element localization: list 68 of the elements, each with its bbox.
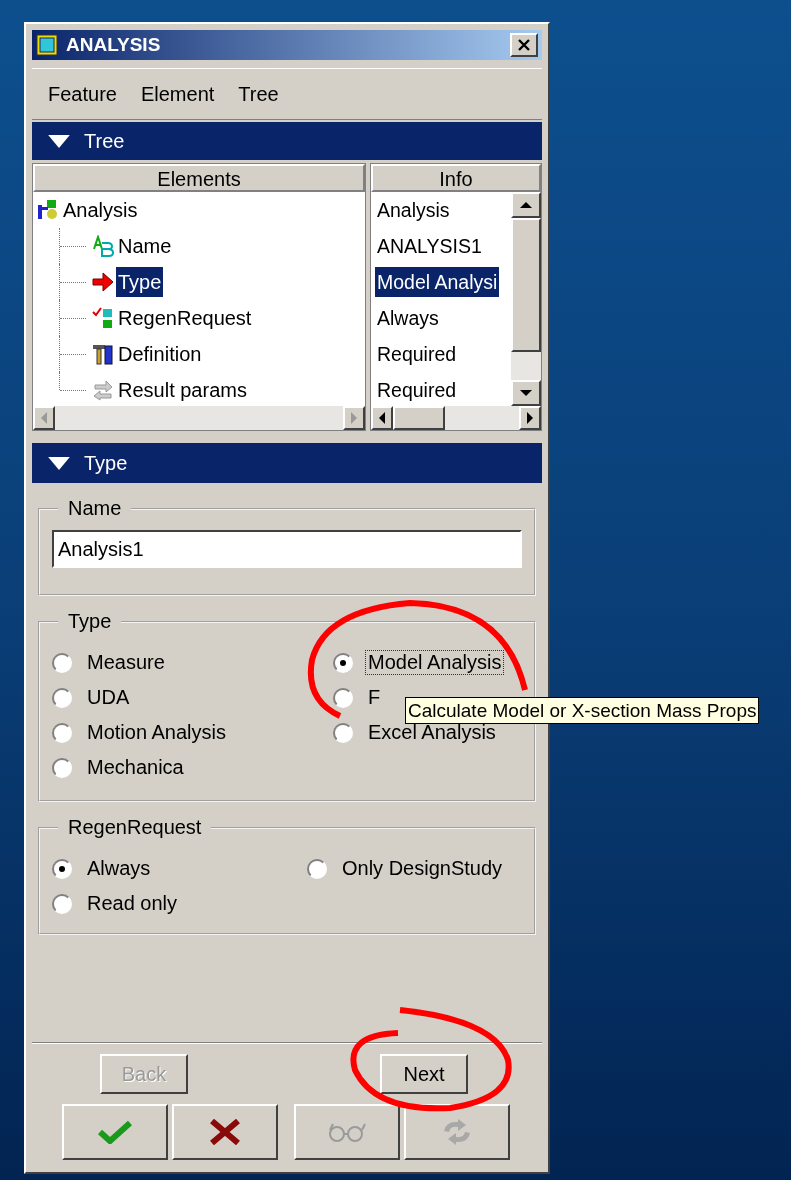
tree-item[interactable]: Name [116,231,174,261]
menu-item[interactable]: Feature [48,82,117,106]
close-icon [209,1119,241,1145]
tooltip: Calculate Model or X-section Mass Props [405,697,760,724]
horizontal-scrollbar[interactable] [33,406,365,430]
radio-button[interactable] [307,858,327,879]
vertical-scrollbar[interactable] [511,192,541,406]
name-field[interactable]: Analysis1 [52,530,522,568]
column-header[interactable]: Info [371,164,541,192]
radio-button[interactable] [333,687,353,708]
scroll-up-icon [519,200,533,210]
regen-icon [92,307,114,329]
info-cell-text: ANALYSIS1 [376,234,483,259]
group-label: RegenRequest [67,816,203,839]
menu-item[interactable]: Element [140,82,215,106]
info-cell-text: Required [376,378,458,403]
option-label: Always [86,856,152,881]
section-header[interactable]: Type [32,443,542,483]
close-icon [517,38,531,52]
check-icon [98,1120,132,1144]
info-cell-text: Required [376,342,458,367]
cancel-button[interactable] [172,1104,278,1160]
column-header[interactable]: Elements [33,164,365,192]
radio-button[interactable] [52,687,72,708]
scroll-right-icon [349,411,359,425]
option-label: Only DesignStudy [341,856,504,881]
horizontal-scrollbar[interactable] [371,406,541,430]
tree-item[interactable]: Result params [116,375,249,405]
tree-item[interactable]: Analysis [61,195,140,225]
text-icon [92,235,114,257]
radio-button[interactable] [333,652,353,673]
window-icon [36,34,58,56]
radio-button[interactable] [333,722,353,743]
arrow-icon [92,271,114,293]
radio-button[interactable] [52,757,72,778]
radio-button[interactable] [52,652,72,673]
option-label: Read only [86,891,179,916]
glasses-icon [327,1121,367,1143]
option-label: UDA [86,685,131,710]
info-cell-text: Always [376,306,440,331]
scroll-right-icon [525,411,535,425]
ok-button[interactable] [62,1104,168,1160]
group-label: Name [67,497,123,520]
definition-icon [92,343,114,365]
menu-item[interactable]: Tree [238,82,279,106]
nav-button[interactable]: Next [380,1054,468,1094]
option-label: Motion Analysis [86,720,227,745]
tree-item[interactable]: RegenRequest [116,303,254,333]
option-label: F [367,685,382,710]
tree-item[interactable]: Definition [116,339,204,369]
scroll-left-icon [377,411,387,425]
option-label: Measure [86,650,166,675]
radio-button[interactable] [52,722,72,743]
tree-item[interactable]: Type [116,267,164,297]
scroll-left-icon [39,411,49,425]
section-header[interactable]: Tree [32,122,542,160]
group-label: Type [67,610,113,633]
result-icon [92,379,114,401]
option-label: Mechanica [86,755,185,780]
option-label: Model Analysis [365,650,505,675]
info-cell-text: Analysis [376,198,451,223]
scroll-down-icon [519,388,533,398]
info-cell: Model Analysi [375,267,500,297]
window-title: ANALYSIS [66,34,162,56]
radio-button[interactable] [52,858,72,879]
radio-button[interactable] [52,893,72,914]
feature-icon [37,199,59,221]
close-button[interactable] [510,33,538,57]
